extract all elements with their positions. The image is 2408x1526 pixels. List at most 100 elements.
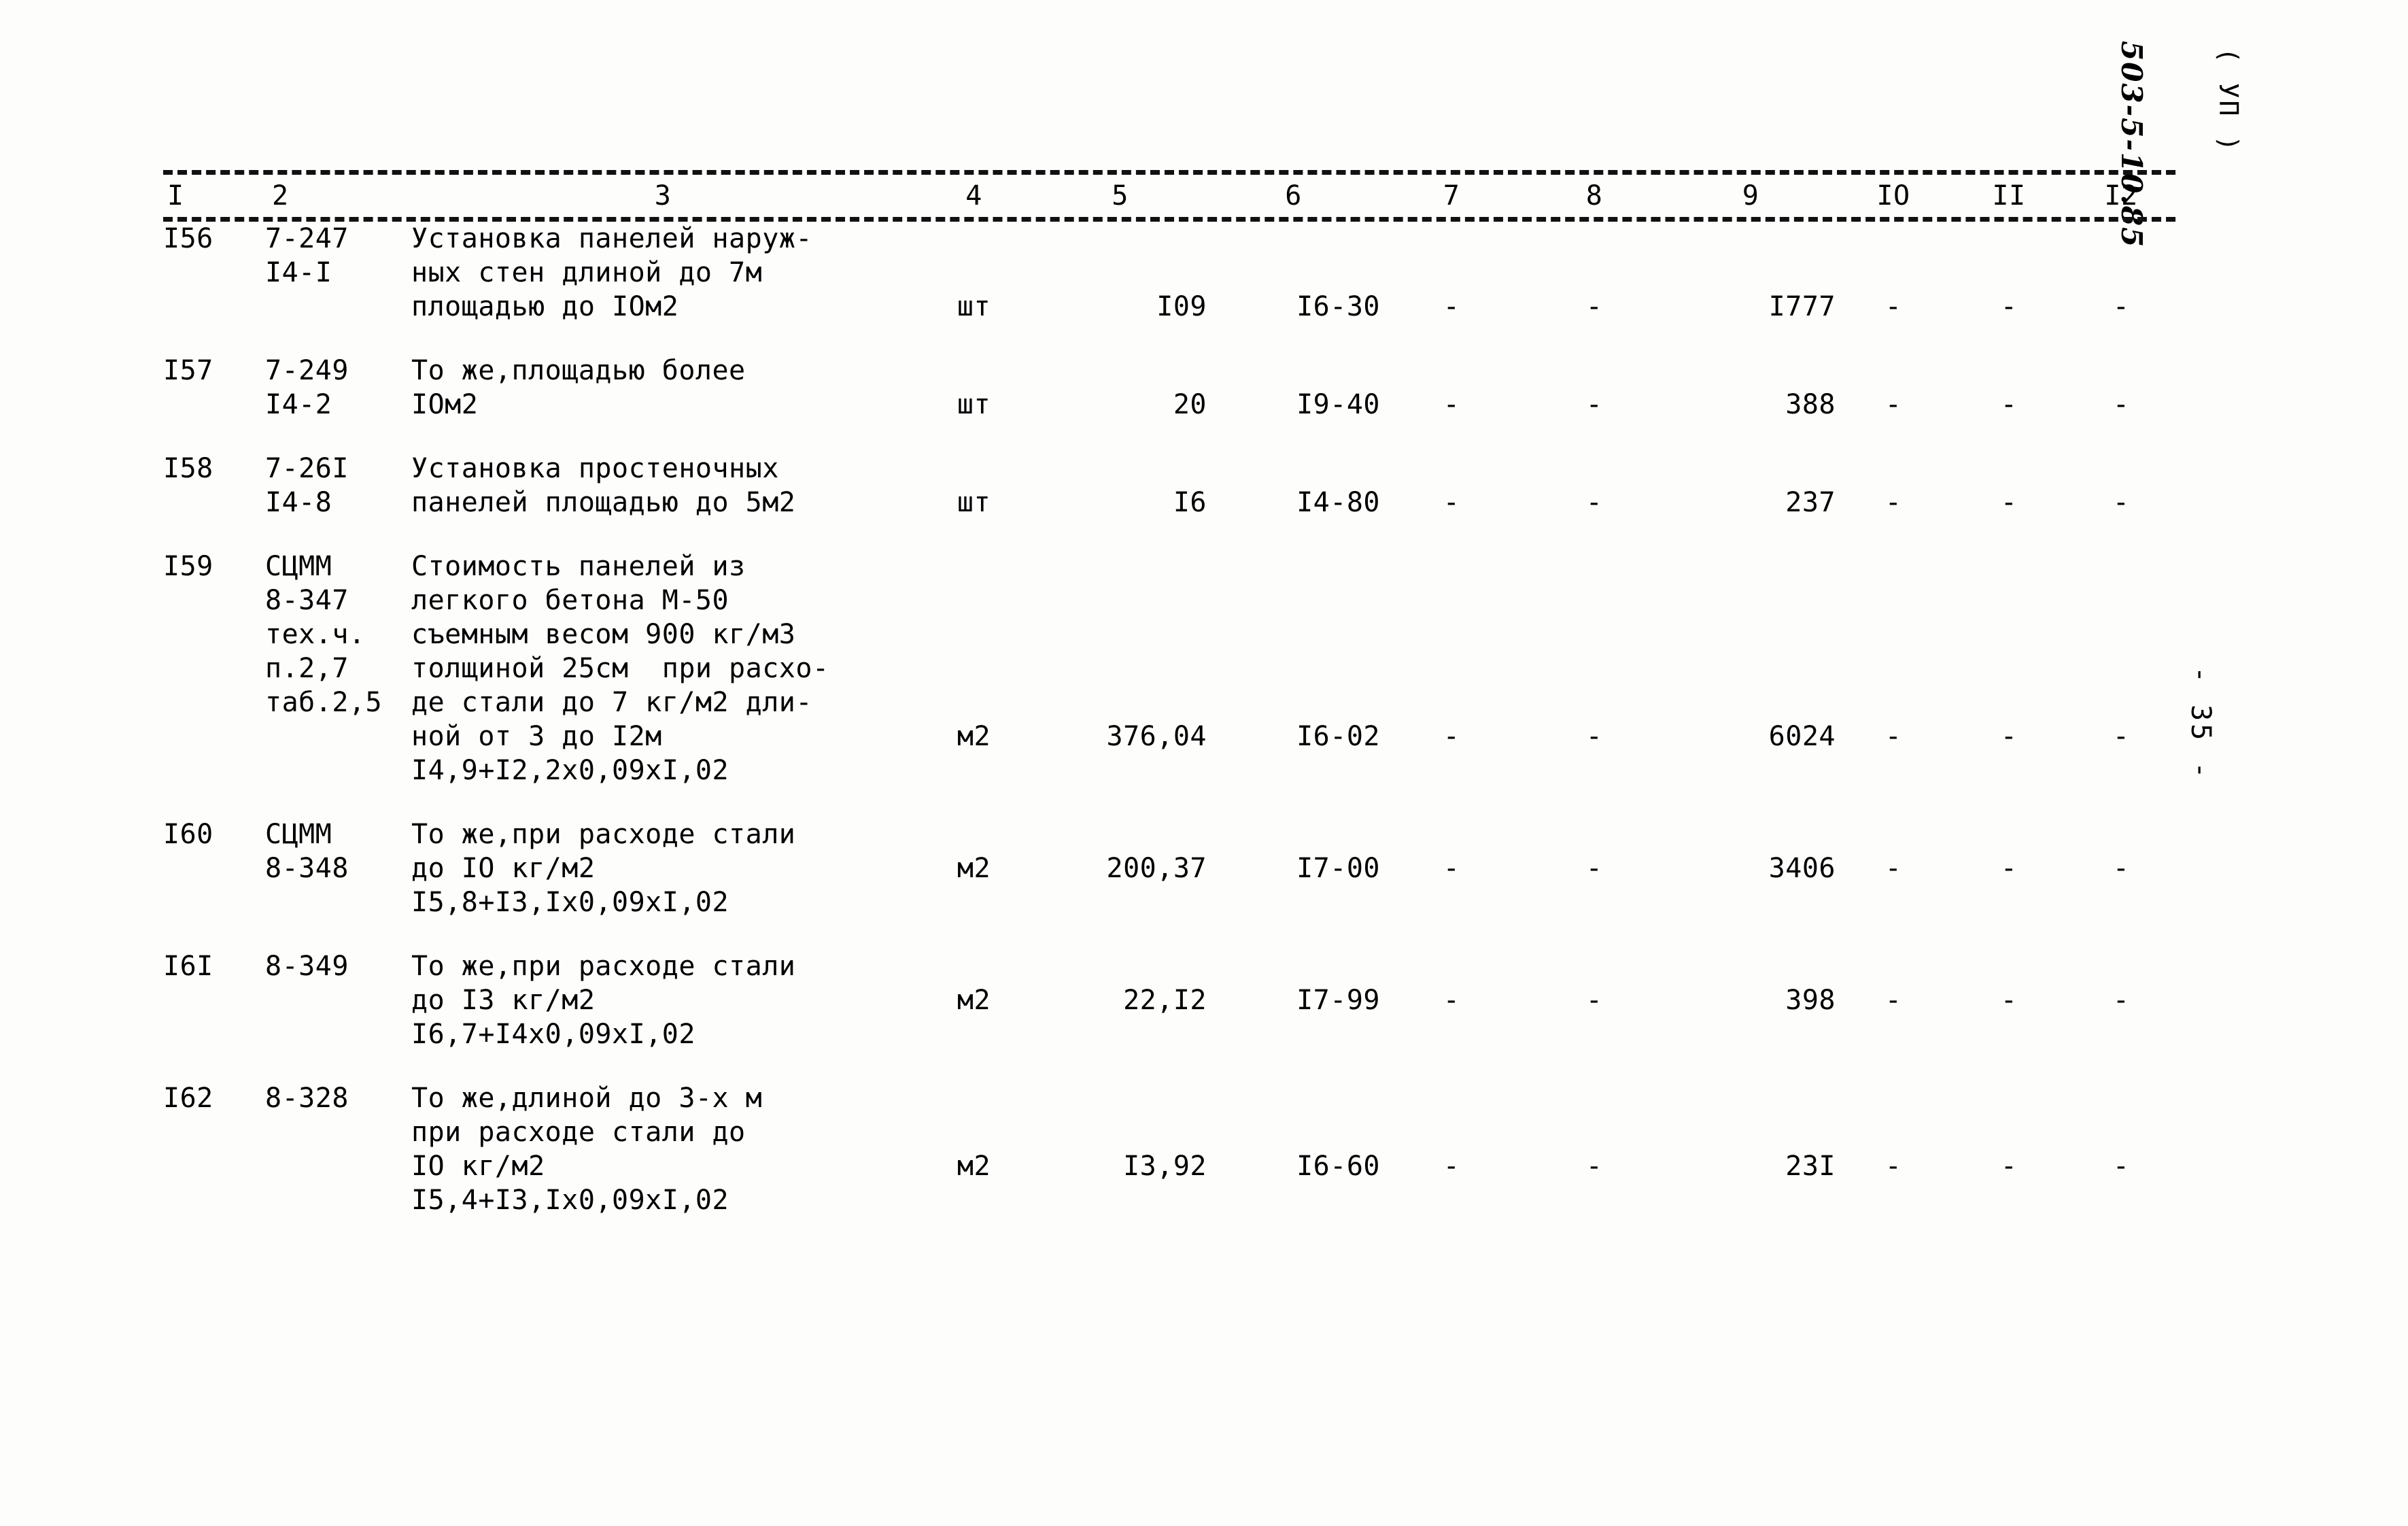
formula-spacer-9 xyxy=(1836,753,1951,787)
row-col11-cell: - xyxy=(2000,389,2018,420)
row-description-cell: То же,при расходе стали до I3 кг/м2 xyxy=(411,951,796,1016)
formula-spacer-4 xyxy=(1033,1017,1207,1051)
formula-spacer-3 xyxy=(914,1017,1033,1051)
row-col10-cell: - xyxy=(1885,721,1902,752)
row-formula: I6,7+I4х0,09хI,02 xyxy=(163,1017,2175,1051)
row-total-cell: I777 xyxy=(1768,291,1836,322)
row-col8-cell: - xyxy=(1585,721,1603,752)
row-number-cell: I58 xyxy=(163,453,213,484)
row-spacer xyxy=(163,919,2175,949)
row-col10-cell: - xyxy=(1885,291,1902,322)
row-code-cell: 7-26I I4-8 xyxy=(265,453,349,518)
row-formula-cell: I4,9+I2,2x0,09xI,02 xyxy=(411,755,729,786)
row-col12-cell: - xyxy=(2112,721,2130,752)
row-col12-cell: - xyxy=(2112,291,2130,322)
formula-spacer-9 xyxy=(1836,1183,1951,1217)
row-col7-cell: - xyxy=(1443,853,1460,884)
formula-spacer-8 xyxy=(1666,1017,1836,1051)
table-row: I56 7-247 I4-I Установка панелей наруж- ны… xyxy=(163,222,2175,324)
row-unit-price-cell: I6-30 xyxy=(1296,291,1380,322)
column-header-5: 5 xyxy=(1112,180,1129,211)
row-unit-price-cell: I7-00 xyxy=(1296,853,1380,884)
row-description-cell: То же,площадью более IOм2 xyxy=(411,355,746,420)
formula-spacer-1 xyxy=(163,1017,265,1051)
row-col10-cell: - xyxy=(1885,1151,1902,1182)
column-header-7: 7 xyxy=(1443,180,1460,211)
column-header-2: 2 xyxy=(272,180,289,211)
row-total-cell: 398 xyxy=(1785,985,1836,1016)
row-quantity-cell: 200,37 xyxy=(1106,853,1207,884)
row-col11-cell: - xyxy=(2000,1151,2018,1182)
formula-spacer-1 xyxy=(163,1183,265,1217)
row-col12-cell: - xyxy=(2112,487,2130,518)
row-spacer xyxy=(163,787,2175,817)
formula-spacer-6 xyxy=(1380,1183,1523,1217)
row-formula-cell: I5,4+I3,Iх0,09хI,02 xyxy=(411,1185,729,1216)
row-unit-cell: шт xyxy=(957,291,991,322)
table-header-row: I 2 3 4 5 6 7 8 9 IO II I2 xyxy=(163,179,2175,213)
formula-spacer-10 xyxy=(1951,753,2067,787)
formula-spacer-3 xyxy=(914,753,1033,787)
row-description-cell: Установка панелей наруж- ных стен длиной… xyxy=(411,223,812,322)
row-unit-cell: м2 xyxy=(957,721,991,752)
formula-spacer-1 xyxy=(163,753,265,787)
table-row: I58 7-26I I4-8 Установка простеночных пане… xyxy=(163,452,2175,520)
row-unit-price-cell: I4-80 xyxy=(1296,487,1380,518)
formula-spacer-2 xyxy=(265,1017,411,1051)
table-header-rule xyxy=(163,217,2175,222)
column-header-4: 4 xyxy=(965,180,982,211)
row-col11-cell: - xyxy=(2000,291,2018,322)
row-unit-cell: м2 xyxy=(957,985,991,1016)
row-col7-cell: - xyxy=(1443,985,1460,1016)
formula-spacer-11 xyxy=(2067,885,2175,919)
row-col7-cell: - xyxy=(1443,487,1460,518)
row-description-cell: То же,при расходе стали до IO кг/м2 xyxy=(411,819,796,884)
row-col7-cell: - xyxy=(1443,721,1460,752)
row-total-cell: 3406 xyxy=(1768,853,1836,884)
row-col10-cell: - xyxy=(1885,487,1902,518)
column-header-9: 9 xyxy=(1742,180,1759,211)
row-description-cell: Установка простеночных панелей площадью … xyxy=(411,453,796,518)
formula-spacer-3 xyxy=(914,885,1033,919)
row-col8-cell: - xyxy=(1585,853,1603,884)
table-row: I57 7-249 I4-2 То же,площадью более IOм2 шт… xyxy=(163,354,2175,422)
row-col10-cell: - xyxy=(1885,853,1902,884)
table-header-grid: I 2 3 4 5 6 7 8 9 IO II I2 xyxy=(163,179,2175,213)
row-total-cell: 6024 xyxy=(1768,721,1836,752)
column-header-6: 6 xyxy=(1285,180,1302,211)
table-row: I62 8-328 То же,длиной до 3-х м при расход… xyxy=(163,1081,2175,1183)
formula-spacer-7 xyxy=(1523,1183,1666,1217)
row-unit-cell: м2 xyxy=(957,853,991,884)
table-body-grid: I56 7-247 I4-I Установка панелей наруж- ны… xyxy=(163,222,2175,1217)
table-row: I59 СЦММ 8-347 тех.ч. п.2,7 таб.2,5 Стоимо… xyxy=(163,549,2175,753)
row-spacer xyxy=(163,1051,2175,1081)
estimate-table: I 2 3 4 5 6 7 8 9 IO II I2 I56 7-247 I4-… xyxy=(163,170,2175,1217)
formula-spacer-8 xyxy=(1666,753,1836,787)
formula-spacer-11 xyxy=(2067,1183,2175,1217)
row-total-cell: 237 xyxy=(1785,487,1836,518)
row-col8-cell: - xyxy=(1585,1151,1603,1182)
row-spacer xyxy=(163,520,2175,549)
row-spacer-cell xyxy=(163,919,2175,949)
column-header-3: 3 xyxy=(654,180,672,211)
page-number: - 35 - xyxy=(2185,666,2216,781)
table-row: I60 СЦММ 8-348 То же,при расходе стали до … xyxy=(163,817,2175,885)
column-header-11: II xyxy=(1992,180,2026,211)
row-quantity-cell: 20 xyxy=(1173,389,1207,420)
row-quantity-cell: I3,92 xyxy=(1123,1151,1207,1182)
formula-spacer-5 xyxy=(1207,1183,1380,1217)
row-unit-price-cell: I9-40 xyxy=(1296,389,1380,420)
column-header-12: I2 xyxy=(2104,180,2138,211)
row-unit-cell: м2 xyxy=(957,1151,991,1182)
row-unit-cell: шт xyxy=(957,487,991,518)
row-code-cell: СЦММ 8-347 тех.ч. п.2,7 таб.2,5 xyxy=(265,551,383,718)
row-col11-cell: - xyxy=(2000,985,2018,1016)
column-header-8: 8 xyxy=(1585,180,1603,211)
row-quantity-cell: I6 xyxy=(1173,487,1207,518)
row-spacer-cell xyxy=(163,1051,2175,1081)
row-spacer-cell xyxy=(163,520,2175,549)
row-number-cell: I57 xyxy=(163,355,213,386)
row-code-cell: 7-249 I4-2 xyxy=(265,355,349,420)
formula-spacer-1 xyxy=(163,885,265,919)
row-code-cell: 8-349 xyxy=(265,951,349,982)
